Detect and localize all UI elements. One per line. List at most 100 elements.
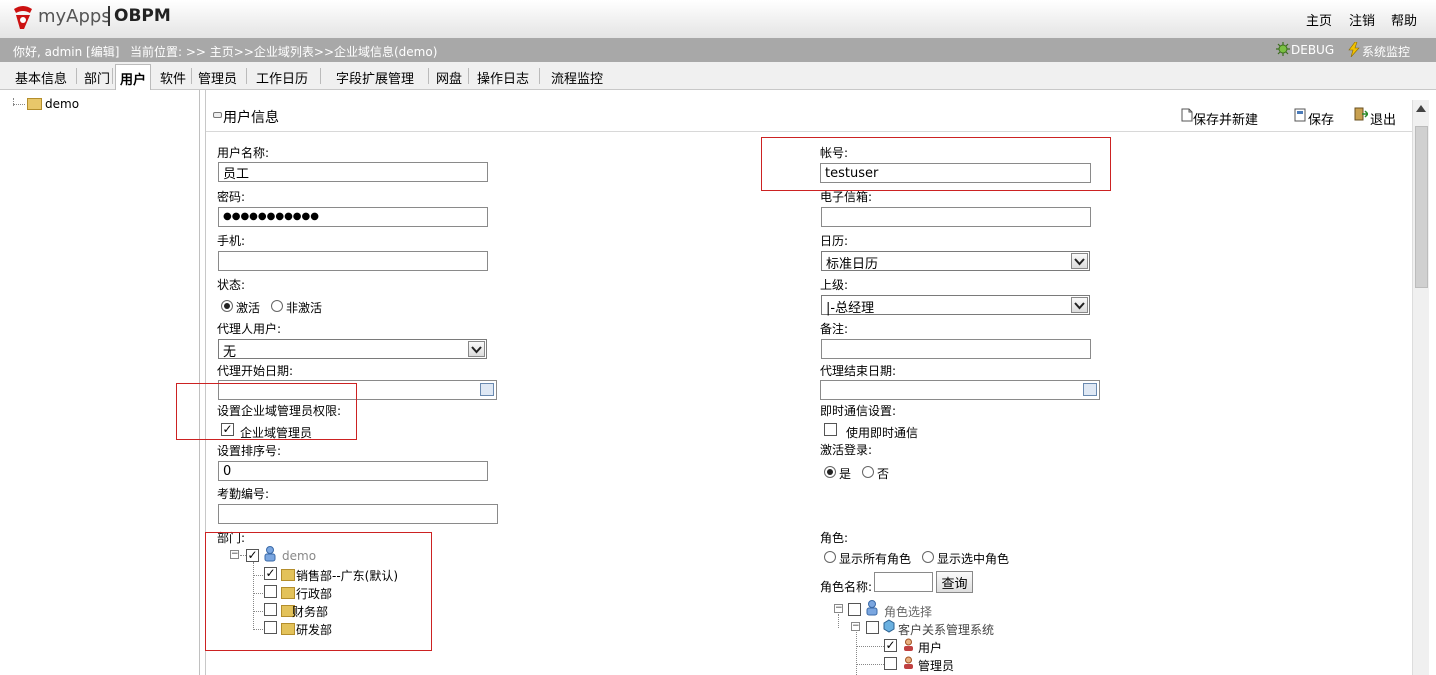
tab-software[interactable]: 软件 xyxy=(160,68,186,87)
collapse-icon[interactable]: − xyxy=(834,604,843,613)
query-button[interactable]: 查询 xyxy=(936,571,973,593)
status-inactive-radio[interactable] xyxy=(271,300,283,312)
email-label: 电子信箱: xyxy=(820,190,873,204)
account-label: 帐号: xyxy=(820,146,849,160)
activate-yes-text: 是 xyxy=(839,467,852,481)
tab-separator xyxy=(539,68,540,84)
role-checkbox[interactable] xyxy=(884,657,897,670)
calendar-icon[interactable] xyxy=(1083,383,1097,396)
department-icon xyxy=(281,587,295,599)
greeting-text[interactable]: 你好, admin [编辑] xyxy=(13,43,119,60)
superior-select[interactable]: |-总经理 xyxy=(821,295,1090,316)
department-checkbox[interactable]: ✓ xyxy=(264,567,277,580)
sort-order-input[interactable] xyxy=(218,461,488,481)
save-icon xyxy=(1294,108,1306,122)
department-item[interactable]: 研发部 xyxy=(296,621,332,638)
role-name-label: 角色名称: xyxy=(820,580,873,594)
role-root-checkbox[interactable] xyxy=(848,603,861,616)
tab-separator xyxy=(76,68,77,84)
save-button[interactable]: 保存 xyxy=(1308,109,1334,128)
mobile-input[interactable] xyxy=(218,251,488,271)
exit-button[interactable]: 退出 xyxy=(1370,109,1396,128)
tab-separator xyxy=(468,68,469,84)
activate-no-text: 否 xyxy=(877,467,890,481)
tab-admin[interactable]: 管理员 xyxy=(198,68,237,87)
pane-divider xyxy=(205,90,206,675)
department-item[interactable]: 行政部 xyxy=(296,585,332,602)
activate-yes-radio[interactable] xyxy=(824,466,836,478)
department-root-name[interactable]: demo xyxy=(282,549,316,563)
proxy-start-date-input[interactable] xyxy=(218,380,497,400)
tree-node-demo[interactable]: demo xyxy=(45,97,79,111)
email-input[interactable] xyxy=(821,207,1091,227)
password-input[interactable]: ●●●●●●●●●●● xyxy=(218,207,488,227)
home-link[interactable]: 主页 xyxy=(1306,10,1332,29)
department-root-checkbox[interactable]: ✓ xyxy=(246,549,259,562)
activate-no-radio[interactable] xyxy=(862,466,874,478)
im-checkbox[interactable] xyxy=(824,423,837,436)
debug-link[interactable]: DEBUG xyxy=(1291,43,1334,57)
logo-icon xyxy=(14,6,32,29)
collapse-icon[interactable] xyxy=(213,112,222,118)
calendar-label: 日历: xyxy=(820,234,849,248)
superior-value: |-总经理 xyxy=(826,301,875,316)
tab-department[interactable]: 部门 xyxy=(84,68,110,87)
logout-link[interactable]: 注销 xyxy=(1349,10,1375,29)
help-link[interactable]: 帮助 xyxy=(1391,10,1417,29)
attendance-no-input[interactable] xyxy=(218,504,498,524)
proxy-user-label: 代理人用户: xyxy=(217,322,282,336)
tab-separator xyxy=(428,68,429,84)
domain-admin-checkbox[interactable]: ✓ xyxy=(221,423,234,436)
role-checkbox[interactable]: ✓ xyxy=(884,639,897,652)
panel-divider xyxy=(206,131,1412,132)
department-checkbox[interactable] xyxy=(264,585,277,598)
debug-icon xyxy=(1276,42,1290,56)
user-icon xyxy=(904,656,913,669)
status-active-radio[interactable] xyxy=(221,300,233,312)
calendar-select[interactable]: 标准日历 xyxy=(821,251,1090,272)
vertical-scrollbar[interactable] xyxy=(1412,100,1429,675)
tab-basic-info[interactable]: 基本信息 xyxy=(15,68,67,87)
system-monitor-link[interactable]: 系统监控 xyxy=(1362,43,1410,60)
scroll-thumb[interactable] xyxy=(1415,126,1428,288)
department-checkbox[interactable] xyxy=(264,621,277,634)
save-and-new-button[interactable]: 保存并新建 xyxy=(1193,109,1258,128)
logo-text: myApps xyxy=(38,6,111,27)
activate-login-label: 激活登录: xyxy=(820,443,873,457)
chevron-down-icon xyxy=(468,341,485,357)
collapse-icon[interactable]: − xyxy=(230,550,239,559)
account-input[interactable] xyxy=(820,163,1091,183)
collapse-icon[interactable]: − xyxy=(851,622,860,631)
department-checkbox[interactable] xyxy=(264,603,277,616)
role-item[interactable]: 管理员 xyxy=(918,657,954,674)
status-label: 状态: xyxy=(217,278,246,292)
username-input[interactable] xyxy=(218,162,488,182)
exit-icon xyxy=(1354,107,1368,121)
role-group-name[interactable]: 客户关系管理系统 xyxy=(898,621,994,638)
show-all-roles-radio[interactable] xyxy=(824,551,836,563)
role-group-checkbox[interactable] xyxy=(866,621,879,634)
proxy-end-date-label: 代理结束日期: xyxy=(820,364,897,378)
role-item[interactable]: 用户 xyxy=(918,639,942,656)
proxy-end-date-input[interactable] xyxy=(820,380,1100,400)
department-item[interactable]: 销售部--广东(默认) xyxy=(296,567,398,584)
show-selected-roles-text: 显示选中角色 xyxy=(937,552,1010,566)
tab-operation-log[interactable]: 操作日志 xyxy=(477,68,529,87)
tab-separator xyxy=(191,68,192,84)
department-item[interactable]: 财务部 xyxy=(292,603,328,620)
product-name: OBPM xyxy=(114,6,171,26)
calendar-icon[interactable] xyxy=(480,383,494,396)
tab-netdisk[interactable]: 网盘 xyxy=(436,68,462,87)
remark-input[interactable] xyxy=(821,339,1091,359)
role-root-name[interactable]: 角色选择 xyxy=(884,603,932,620)
tab-process-monitor[interactable]: 流程监控 xyxy=(551,68,603,87)
scroll-up-icon[interactable] xyxy=(1416,105,1426,112)
show-selected-roles-radio[interactable] xyxy=(922,551,934,563)
tab-work-calendar[interactable]: 工作日历 xyxy=(256,68,308,87)
tab-user[interactable]: 用户 xyxy=(115,64,152,90)
role-name-input[interactable] xyxy=(874,572,933,592)
tab-field-extension[interactable]: 字段扩展管理 xyxy=(336,68,414,87)
proxy-user-select[interactable]: 无 xyxy=(218,339,487,360)
status-inactive-text: 非激活 xyxy=(286,301,323,315)
show-all-roles-text: 显示所有角色 xyxy=(839,552,912,566)
